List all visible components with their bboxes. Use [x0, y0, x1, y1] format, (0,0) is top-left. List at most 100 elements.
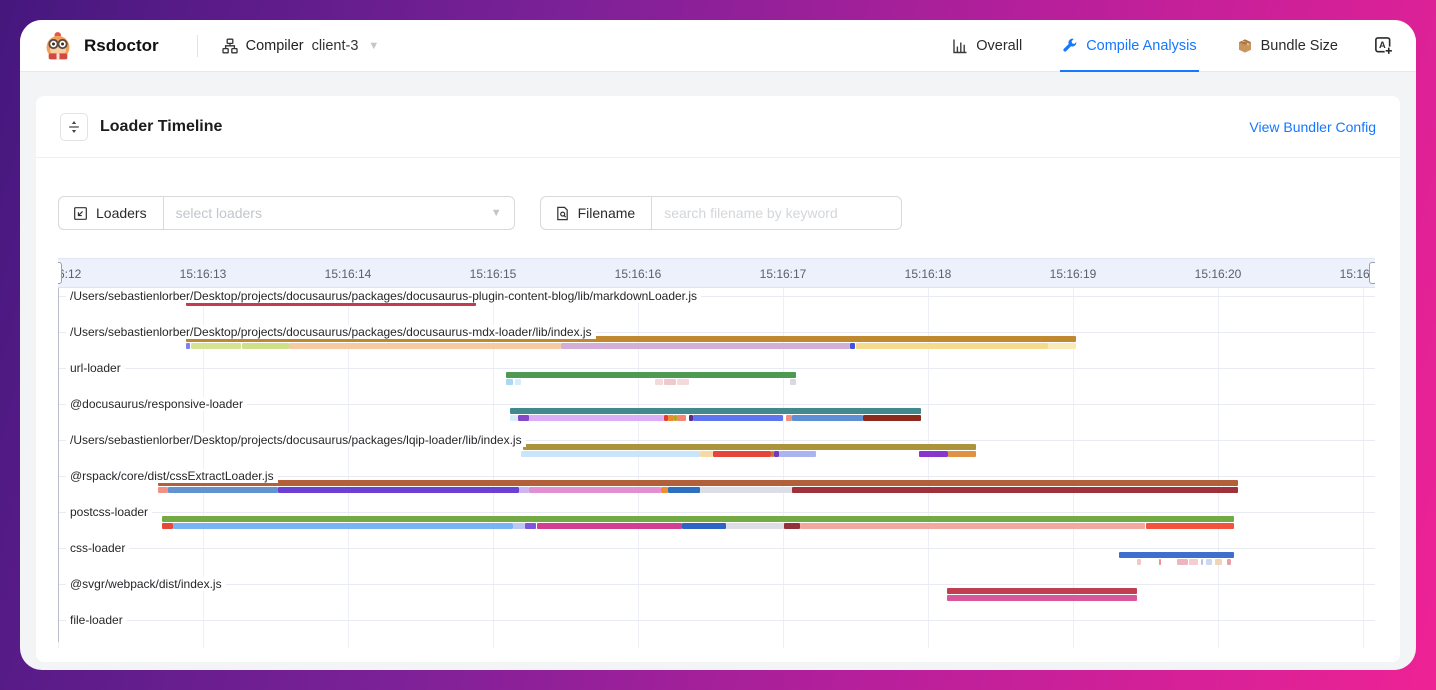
filter-bar: Loaders select loaders ▼	[58, 196, 1378, 230]
bar-segment[interactable]	[561, 343, 850, 349]
bar-segment[interactable]	[1137, 559, 1141, 565]
bar-segment[interactable]	[677, 415, 686, 421]
bar-segment[interactable]	[158, 480, 1238, 486]
bar-segment[interactable]	[1146, 523, 1234, 529]
bar-segment[interactable]	[774, 451, 778, 457]
bar-segment[interactable]	[518, 415, 530, 421]
bar-segment[interactable]	[700, 451, 713, 457]
bar-segment[interactable]	[1206, 559, 1212, 565]
bar-segment[interactable]	[779, 451, 817, 457]
bar-segment[interactable]	[693, 415, 783, 421]
bar-segment[interactable]	[537, 523, 682, 529]
timeline-row: /Users/sebastienlorber/Desktop/projects/…	[58, 324, 1375, 360]
bar-segment[interactable]	[784, 523, 800, 529]
compiler-selector[interactable]: Compiler client-3 ▼	[222, 38, 380, 54]
bar-segment[interactable]	[510, 408, 920, 414]
bar-segment[interactable]	[792, 487, 1239, 493]
bar-segment[interactable]	[191, 343, 240, 349]
bar-segment[interactable]	[1215, 559, 1222, 565]
bar-segment[interactable]	[513, 523, 525, 529]
loaders-select[interactable]: select loaders ▼	[164, 197, 514, 229]
bar-segment[interactable]	[947, 588, 1137, 594]
page-content: Loader Timeline View Bundler Config	[20, 72, 1416, 670]
bar-segment[interactable]	[1159, 559, 1162, 565]
row-label: @svgr/webpack/dist/index.js	[66, 577, 226, 591]
bar-segment[interactable]	[158, 487, 168, 493]
bar-segment[interactable]	[242, 343, 288, 349]
nav-item-bundle-size[interactable]: Bundle Size	[1217, 20, 1358, 71]
bar-segment[interactable]	[529, 415, 664, 421]
view-bundler-config-link[interactable]: View Bundler Config	[1249, 119, 1376, 135]
bar-segment[interactable]	[515, 379, 521, 385]
nav-item-overall[interactable]: Overall	[932, 20, 1042, 71]
bar-segment[interactable]	[668, 487, 700, 493]
bar-segment[interactable]	[790, 379, 796, 385]
row-divider	[58, 512, 1375, 513]
bar-segment[interactable]	[800, 523, 1145, 529]
bar-segment[interactable]	[726, 523, 784, 529]
bar-segment[interactable]	[786, 415, 792, 421]
bar-segment[interactable]	[1177, 559, 1187, 565]
timeline-row: /Users/sebastienlorber/Desktop/projects/…	[58, 432, 1375, 468]
rsdoctor-logo[interactable]	[42, 30, 74, 62]
bar-segment[interactable]	[162, 516, 1234, 522]
bar-segment[interactable]	[1227, 559, 1231, 565]
axis-tick-label: 15:16:14	[325, 267, 372, 281]
row-divider	[58, 584, 1375, 585]
header-divider	[197, 35, 198, 57]
bar-segment[interactable]	[655, 379, 662, 385]
bar-segment[interactable]	[664, 379, 676, 385]
bar-segment[interactable]	[682, 523, 727, 529]
loaders-filter-label: Loaders	[59, 197, 164, 229]
bar-segment[interactable]	[186, 343, 190, 349]
bar-segment[interactable]	[677, 379, 689, 385]
bar-segment[interactable]	[510, 415, 517, 421]
bar-segment[interactable]	[525, 523, 537, 529]
bar-segment[interactable]	[173, 523, 514, 529]
bar-segment[interactable]	[506, 372, 796, 378]
timeline-row: @svgr/webpack/dist/index.js	[58, 576, 1375, 612]
nav-item-compile-analysis[interactable]: Compile Analysis	[1042, 20, 1216, 71]
bar-segment[interactable]	[863, 415, 921, 421]
bar-segment[interactable]	[278, 487, 519, 493]
bar-segment[interactable]	[506, 379, 513, 385]
bar-segment[interactable]	[1048, 343, 1076, 349]
brush-handle-right[interactable]	[1369, 262, 1375, 284]
bar-segment[interactable]	[713, 451, 771, 457]
axis-left-line	[58, 288, 59, 642]
filename-search-input[interactable]	[652, 197, 901, 229]
timeline-row: /Users/sebastienlorber/Desktop/projects/…	[58, 288, 1375, 324]
bar-segment[interactable]	[700, 487, 791, 493]
bar-segment[interactable]	[856, 343, 1049, 349]
bar-segment[interactable]	[162, 523, 172, 529]
bar-segment[interactable]	[792, 415, 863, 421]
compiler-label: Compiler	[246, 38, 304, 54]
bar-segment[interactable]	[523, 444, 975, 450]
row-label: postcss-loader	[66, 505, 152, 519]
row-label: /Users/sebastienlorber/Desktop/projects/…	[66, 325, 596, 339]
bar-segment[interactable]	[1189, 559, 1198, 565]
time-axis: 15:16:1215:16:1315:16:1415:16:1515:16:16…	[58, 258, 1375, 288]
bar-segment[interactable]	[289, 343, 562, 349]
bar-segment[interactable]	[661, 487, 668, 493]
filename-filter-group: Filename	[540, 196, 903, 230]
collapse-toggle-button[interactable]	[60, 113, 88, 141]
bar-segment[interactable]	[519, 487, 529, 493]
bar-segment[interactable]	[919, 451, 948, 457]
brush-handle-left[interactable]	[58, 262, 62, 284]
bar-segment[interactable]	[1119, 552, 1234, 558]
file-search-icon	[555, 206, 570, 221]
row-divider	[58, 404, 1375, 405]
bar-segment[interactable]	[947, 595, 1137, 601]
timeline-row: postcss-loader	[58, 504, 1375, 540]
bar-segment[interactable]	[521, 451, 701, 457]
bar-segment[interactable]	[168, 487, 278, 493]
nav-label: Bundle Size	[1261, 38, 1338, 54]
bar-segment[interactable]	[1201, 559, 1204, 565]
bar-segment[interactable]	[529, 487, 661, 493]
bar-segment[interactable]	[850, 343, 856, 349]
sitemap-icon	[222, 38, 238, 54]
nav-label: Compile Analysis	[1086, 38, 1196, 54]
translate-button[interactable]: A	[1358, 20, 1394, 71]
bar-segment[interactable]	[948, 451, 976, 457]
